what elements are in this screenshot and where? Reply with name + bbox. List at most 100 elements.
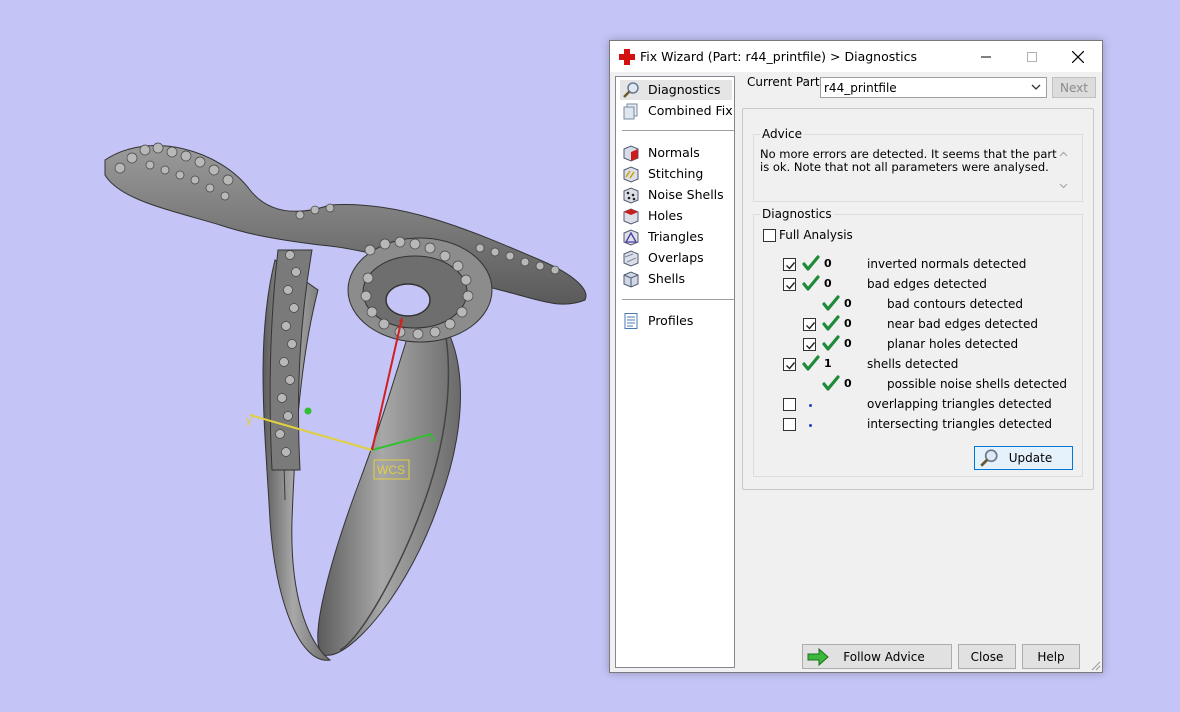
triangles-icon: [623, 229, 639, 246]
follow-advice-label: Follow Advice: [843, 649, 925, 664]
stitching-icon: [623, 166, 639, 183]
diagnostic-row: 0 inverted normals detected: [610, 255, 1090, 275]
diagnostic-count: 0: [844, 317, 852, 330]
nav-item-combined-fix[interactable]: Combined Fix: [620, 101, 733, 121]
diagnostic-checkbox[interactable]: [783, 278, 796, 291]
nav-item-label: Normals: [648, 145, 700, 160]
minimize-button[interactable]: [963, 41, 1009, 72]
diagnostic-count: 0: [824, 277, 832, 290]
diagnostic-count: 1: [824, 357, 832, 370]
chevron-down-icon: [1031, 84, 1041, 90]
wcs-label: WCS: [377, 463, 405, 477]
nav-item-normals[interactable]: Normals: [620, 143, 732, 163]
check-icon: [802, 255, 820, 276]
diagnostic-label: planar holes detected: [887, 337, 1019, 351]
nav-item-triangles[interactable]: Triangles: [620, 227, 732, 247]
minimize-icon: [981, 56, 991, 57]
help-button[interactable]: Help: [1022, 644, 1080, 669]
full-analysis-checkbox[interactable]: [763, 229, 776, 242]
nav-item-label: Triangles: [648, 229, 704, 244]
axis-z-label: z: [398, 316, 404, 330]
nav-item-label: Noise Shells: [648, 187, 724, 202]
arrow-right-icon: [807, 648, 829, 666]
axis-x-label: x: [430, 431, 436, 445]
diagnostic-checkbox[interactable]: [783, 358, 796, 371]
update-button-label: Update: [1008, 451, 1053, 465]
advice-legend: Advice: [760, 127, 805, 141]
fix-wizard-dialog: Fix Wizard (Part: r44_printfile) > Diagn…: [609, 40, 1103, 673]
full-analysis-label: Full Analysis: [779, 228, 853, 242]
diagnostic-label: bad edges detected: [867, 277, 987, 291]
diagnostic-checkbox[interactable]: [803, 338, 816, 351]
diagnostic-checkbox[interactable]: [803, 318, 816, 331]
diagnostic-row: 0 bad edges detected: [610, 275, 1090, 295]
close-button[interactable]: Close: [958, 644, 1016, 669]
diagnostic-row: 0 near bad edges detected: [610, 315, 1090, 335]
magnifier-icon: [980, 449, 998, 467]
diagnostic-count: 0: [824, 257, 832, 270]
nav-item-stitching[interactable]: Stitching: [620, 164, 732, 184]
diagnostic-row: 0 possible noise shells detected: [610, 375, 1090, 395]
resize-grip-icon[interactable]: [1089, 659, 1101, 671]
advice-text: No more errors are detected. It seems th…: [760, 148, 1060, 192]
diagnostic-label: inverted normals detected: [867, 257, 1027, 271]
red-cross-icon: [619, 49, 635, 65]
diagnostic-row: overlapping triangles detected: [610, 395, 1090, 415]
diagnostic-row: 1 shells detected: [610, 355, 1090, 375]
window-title: Fix Wizard (Part: r44_printfile) > Diagn…: [640, 49, 918, 64]
nav-item-diagnostics[interactable]: Diagnostics: [620, 80, 732, 100]
close-window-button[interactable]: [1055, 41, 1101, 72]
check-icon: [822, 375, 840, 396]
holes-icon: [623, 208, 639, 225]
diagnostic-label: possible noise shells detected: [887, 377, 1068, 391]
nav-item-label: Diagnostics: [648, 82, 721, 97]
title-bar[interactable]: Fix Wizard (Part: r44_printfile) > Diagn…: [610, 41, 1102, 72]
diagnostic-checkbox[interactable]: [783, 258, 796, 271]
diagnostic-label: bad contours detected: [887, 297, 1023, 311]
diagnostic-count: 0: [844, 377, 852, 390]
maximize-button[interactable]: [1009, 41, 1055, 72]
nav-item-label: Stitching: [648, 166, 704, 181]
diagnostic-row: intersecting triangles detected: [610, 415, 1090, 435]
help-button-label: Help: [1037, 649, 1065, 664]
diagnostic-checkbox[interactable]: [783, 398, 796, 411]
check-icon: [822, 315, 840, 336]
diagnostic-row: 0 bad contours detected: [610, 295, 1090, 315]
nav-item-holes[interactable]: Holes: [620, 206, 732, 226]
next-button-label: Next: [1060, 80, 1088, 95]
current-part-label: Current Part:: [747, 75, 824, 89]
check-icon: [802, 355, 820, 376]
next-button[interactable]: Next: [1052, 77, 1096, 98]
axis-y-label: y: [246, 413, 252, 427]
current-part-value: r44_printfile: [824, 81, 897, 95]
diagnostic-count: 0: [844, 297, 852, 310]
nav-item-label: Combined Fix: [648, 103, 733, 118]
magnifier-icon: [623, 82, 639, 98]
ring-model: [104, 142, 587, 661]
check-icon: [802, 275, 820, 296]
3d-viewport[interactable]: y x z WCS: [0, 0, 600, 712]
diagnostics-legend: Diagnostics: [760, 207, 834, 221]
pending-dot-icon: [809, 404, 812, 407]
diagnostic-label: overlapping triangles detected: [867, 397, 1052, 411]
close-icon: [1072, 50, 1084, 63]
follow-advice-button[interactable]: Follow Advice: [802, 644, 952, 669]
diagnostic-label: intersecting triangles detected: [867, 417, 1052, 431]
noise-shells-icon: [623, 187, 639, 204]
diagnostic-count: 0: [844, 337, 852, 350]
check-icon: [822, 295, 840, 316]
diagnostic-row: 0 planar holes detected: [610, 335, 1090, 355]
update-button[interactable]: Update: [974, 446, 1073, 470]
advice-scrollbar[interactable]: [1055, 147, 1072, 193]
nav-item-label: Holes: [648, 208, 683, 223]
close-button-label: Close: [970, 649, 1004, 664]
pending-dot-icon: [809, 424, 812, 427]
combined-fix-icon: [623, 103, 638, 120]
maximize-icon: [1027, 51, 1037, 62]
diagnostic-label: near bad edges detected: [887, 317, 1038, 331]
nav-item-noise-shells[interactable]: Noise Shells: [620, 185, 732, 205]
nav-divider: [622, 130, 734, 131]
diagnostic-label: shells detected: [867, 357, 959, 371]
diagnostic-checkbox[interactable]: [783, 418, 796, 431]
current-part-select[interactable]: r44_printfile: [820, 77, 1047, 98]
